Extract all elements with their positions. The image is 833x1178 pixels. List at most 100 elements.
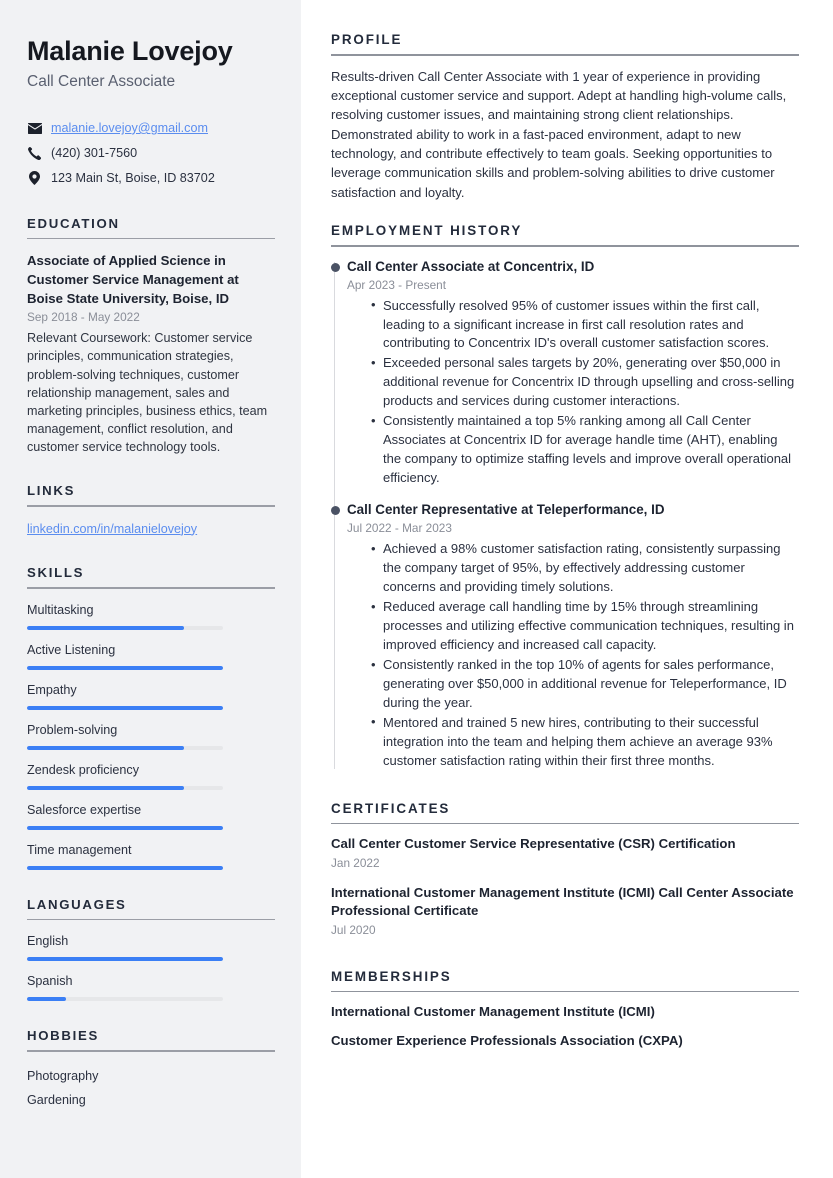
page-title: Malanie Lovejoy xyxy=(27,36,233,66)
memberships-heading: MEMBERSHIPS xyxy=(331,968,452,984)
language-item: English xyxy=(27,933,275,962)
skill-label: Problem-solving xyxy=(27,722,118,737)
language-level-fill xyxy=(27,997,67,1002)
bullet-item: Consistently maintained a top 5% ranking… xyxy=(371,412,799,488)
employment-date: Jul 2022 - Mar 2023 xyxy=(347,521,452,536)
skill-item: Multitasking xyxy=(27,602,275,630)
skill-level-track xyxy=(27,705,223,710)
language-item: Spanish xyxy=(27,973,275,1002)
skill-level-track xyxy=(27,785,223,790)
contact-row-phone: (420) 301-7560 xyxy=(27,143,275,164)
hobbies-heading: HOBBIES xyxy=(27,1028,99,1044)
section-divider xyxy=(331,822,799,825)
section-employment-history: EMPLOYMENT HISTORY Call Center Associate… xyxy=(330,223,799,771)
employment-title: Call Center Associate at Concentrix, ID xyxy=(347,258,595,274)
skill-level-track xyxy=(27,665,223,670)
certificate-date: Jan 2022 xyxy=(331,855,380,870)
certificate-entry: International Customer Management Instit… xyxy=(331,884,799,939)
section-education: EDUCATION Associate of Applied Science i… xyxy=(27,216,275,457)
section-languages: LANGUAGES English Spanish xyxy=(27,897,275,1002)
language-label: English xyxy=(27,934,69,949)
employment-date: Apr 2023 - Present xyxy=(347,277,447,292)
education-degree: Associate of Applied Science in Customer… xyxy=(27,253,239,306)
sidebar: Malanie Lovejoy Call Center Associate ma… xyxy=(0,0,301,1178)
bullet-item: Achieved a 98% customer satisfaction rat… xyxy=(371,540,799,597)
skill-label: Empathy xyxy=(27,682,77,697)
skill-label: Zendesk proficiency xyxy=(27,762,139,777)
skill-level-fill xyxy=(27,785,184,790)
skill-item: Time management xyxy=(27,842,275,870)
employment-entry: Call Center Representative at Teleperfor… xyxy=(330,501,799,771)
section-links: LINKS linkedin.com/in/malanielovejoy xyxy=(27,483,275,538)
membership-item: Customer Experience Professionals Associ… xyxy=(331,1032,683,1048)
skills-heading: SKILLS xyxy=(27,565,85,581)
section-divider xyxy=(331,54,799,56)
employment-timeline: Call Center Associate at Concentrix, ID … xyxy=(330,258,799,771)
section-divider xyxy=(27,237,275,240)
skill-level-fill xyxy=(27,865,223,870)
languages-heading: LANGUAGES xyxy=(27,896,127,912)
employment-heading: EMPLOYMENT HISTORY xyxy=(331,223,523,239)
skill-level-fill xyxy=(27,825,223,830)
skill-label: Active Listening xyxy=(27,642,116,657)
bullet-item: Exceeded personal sales targets by 20%, … xyxy=(371,354,799,411)
certificate-date: Jul 2020 xyxy=(331,922,376,937)
employment-bullets: Successfully resolved 95% of customer is… xyxy=(347,296,799,489)
contact-list: malanie.lovejoy@gmail.com (420) 301-7560… xyxy=(27,118,275,189)
language-level-track xyxy=(27,997,223,1002)
skill-level-fill xyxy=(27,745,184,750)
language-level-track xyxy=(27,957,223,962)
language-level-fill xyxy=(27,957,223,962)
skill-item: Active Listening xyxy=(27,642,275,670)
certificates-heading: CERTIFICATES xyxy=(331,800,451,816)
education-heading: EDUCATION xyxy=(27,215,120,231)
skill-item: Salesforce expertise xyxy=(27,802,275,830)
bullet-item: Reduced average call handling time by 15… xyxy=(371,598,799,655)
phone-icon xyxy=(27,146,42,160)
skill-level-track xyxy=(27,745,223,750)
section-skills: SKILLS Multitasking Active Listening Emp… xyxy=(27,565,275,870)
skill-level-fill xyxy=(27,705,223,710)
section-divider xyxy=(27,587,275,589)
section-divider xyxy=(331,990,799,993)
language-label: Spanish xyxy=(27,974,73,989)
section-divider xyxy=(27,505,275,507)
section-divider xyxy=(27,1050,275,1052)
section-divider xyxy=(27,918,275,921)
skill-label: Time management xyxy=(27,842,132,857)
email-link[interactable]: malanie.lovejoy@gmail.com xyxy=(51,120,208,136)
contact-row-email[interactable]: malanie.lovejoy@gmail.com xyxy=(27,118,275,139)
bullet-item: Consistently ranked in the top 10% of ag… xyxy=(371,656,799,713)
linkedin-link[interactable]: linkedin.com/in/malanielovejoy xyxy=(27,522,197,536)
certificate-title: International Customer Management Instit… xyxy=(331,884,794,919)
contact-row-address: 123 Main St, Boise, ID 83702 xyxy=(27,168,275,189)
skill-level-track xyxy=(27,865,223,870)
job-title-subtitle: Call Center Associate xyxy=(27,73,176,91)
phone-text: (420) 301-7560 xyxy=(51,145,138,160)
bullet-item: Successfully resolved 95% of customer is… xyxy=(371,296,799,354)
bullet-item: Mentored and trained 5 new hires, contri… xyxy=(371,713,799,771)
skill-level-fill xyxy=(27,665,223,670)
employment-bullets: Achieved a 98% customer satisfaction rat… xyxy=(347,540,799,771)
membership-item: International Customer Management Instit… xyxy=(331,1004,655,1020)
skill-label: Salesforce expertise xyxy=(27,802,142,817)
hobby-item: Gardening xyxy=(27,1092,86,1107)
hobby-item: Photography xyxy=(27,1068,99,1083)
section-hobbies: HOBBIES Photography Gardening xyxy=(27,1028,275,1112)
main-column: PROFILE Results-driven Call Center Assoc… xyxy=(301,0,833,1178)
address-text: 123 Main St, Boise, ID 83702 xyxy=(51,170,215,185)
employment-title: Call Center Representative at Teleperfor… xyxy=(347,502,665,518)
certificate-entry: Call Center Customer Service Representat… xyxy=(331,835,799,871)
skill-level-track xyxy=(27,625,223,630)
profile-text: Results-driven Call Center Associate wit… xyxy=(331,68,787,200)
profile-heading: PROFILE xyxy=(331,32,403,47)
section-memberships: MEMBERSHIPS International Customer Manag… xyxy=(331,969,799,1050)
skill-label: Multitasking xyxy=(27,602,94,617)
skill-level-fill xyxy=(27,625,184,630)
section-divider xyxy=(331,245,799,247)
links-heading: LINKS xyxy=(27,483,76,499)
skill-item: Zendesk proficiency xyxy=(27,762,275,790)
skill-item: Problem-solving xyxy=(27,722,275,750)
education-description: Relevant Coursework: Customer service pr… xyxy=(27,331,268,455)
skill-item: Empathy xyxy=(27,682,275,710)
